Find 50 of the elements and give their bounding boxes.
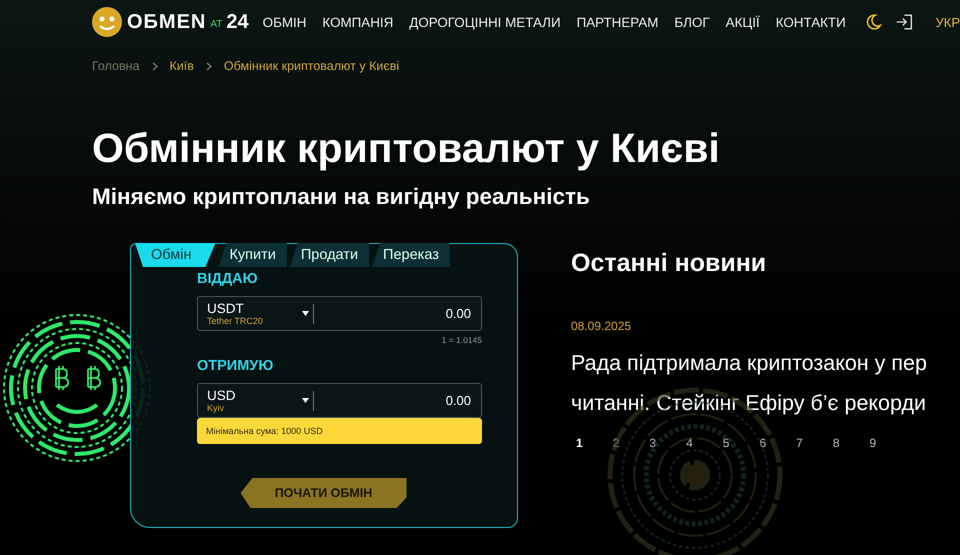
exchange-rate: 1 = 1.0145: [440, 335, 482, 345]
nav-link[interactable]: ПАРТНЕРАМ: [576, 14, 658, 30]
nav-link[interactable]: КОНТАКТИ: [776, 14, 846, 30]
news-heading: Останні новини: [571, 248, 768, 279]
pagination-link[interactable]: 1: [576, 436, 583, 450]
caret-icon: [302, 398, 309, 403]
amount-field[interactable]: USD Kyiv 0.00: [197, 383, 482, 418]
breadcrumb-link[interactable]: Обмінник криптовалют у Києві: [224, 59, 400, 73]
pagination-link[interactable]: 5: [722, 436, 730, 450]
nav-link[interactable]: КОМПАНІЯ: [322, 14, 394, 30]
pagination-link[interactable]: 6: [759, 436, 766, 450]
pagination-link[interactable]: 9: [870, 436, 876, 450]
pagination-link[interactable]: 7: [796, 436, 803, 450]
exchange-tab[interactable]: Продати: [290, 243, 370, 267]
currency-code: USD: [207, 388, 237, 403]
smiley-coin-icon: [92, 7, 122, 37]
logo-text: AT: [210, 18, 222, 30]
language-switch[interactable]: УКР: [935, 14, 960, 30]
currency-code: USDT: [207, 301, 245, 316]
amount-value: 0.00: [446, 306, 471, 321]
exchange-tab[interactable]: Обмін: [135, 243, 216, 267]
chevron-icon: [150, 62, 158, 70]
exchange-tab[interactable]: Купити: [218, 243, 287, 267]
logo-text: 24: [226, 10, 249, 34]
currency-network: Kyiv: [207, 403, 226, 413]
pagination-link[interactable]: 3: [649, 436, 656, 450]
nav-link[interactable]: ДОРОГОЦІННІ МЕТАЛИ: [409, 14, 561, 30]
news-headline-link[interactable]: Рада підтримала криптозакон у пер: [571, 351, 927, 375]
start-exchange-button[interactable]: ПОЧАТИ ОБМІН: [240, 478, 406, 508]
pagination-link[interactable]: 4: [686, 436, 693, 450]
news-headline-link[interactable]: читанні. Стейкінг Ефіру б’є рекорди: [571, 391, 927, 415]
breadcrumb-link[interactable]: Головна: [92, 59, 140, 73]
news-date: 08.09.2025: [571, 319, 632, 333]
page-subtitle: Міняємо криптоплани на вигідну реальність: [92, 184, 591, 210]
nav-link[interactable]: АКЦІЇ: [726, 14, 760, 30]
logo-text: OБMEN: [127, 10, 206, 34]
caret-icon: [302, 311, 309, 316]
field-label: ВІДДАЮ: [197, 271, 259, 289]
nav-link[interactable]: БЛОГ: [674, 14, 710, 30]
currency-network: Tether TRC20: [207, 316, 264, 326]
page-title: Обмінник криптовалют у Києві: [92, 126, 721, 170]
chevron-icon: [204, 62, 213, 70]
minimum-amount-tooltip: Мінімальна сума: 1000 USD: [197, 418, 482, 444]
pagination-link[interactable]: 8: [832, 436, 840, 450]
field-label: ОТРИМУЮ: [197, 358, 274, 376]
exchange-tab[interactable]: Переказ: [372, 243, 450, 267]
breadcrumb-link[interactable]: Київ: [170, 59, 194, 73]
nav-link[interactable]: ОБМІН: [262, 14, 306, 30]
amount-field[interactable]: USDT Tether TRC20 0.00: [197, 296, 482, 331]
amount-value: 0.00: [446, 393, 471, 408]
